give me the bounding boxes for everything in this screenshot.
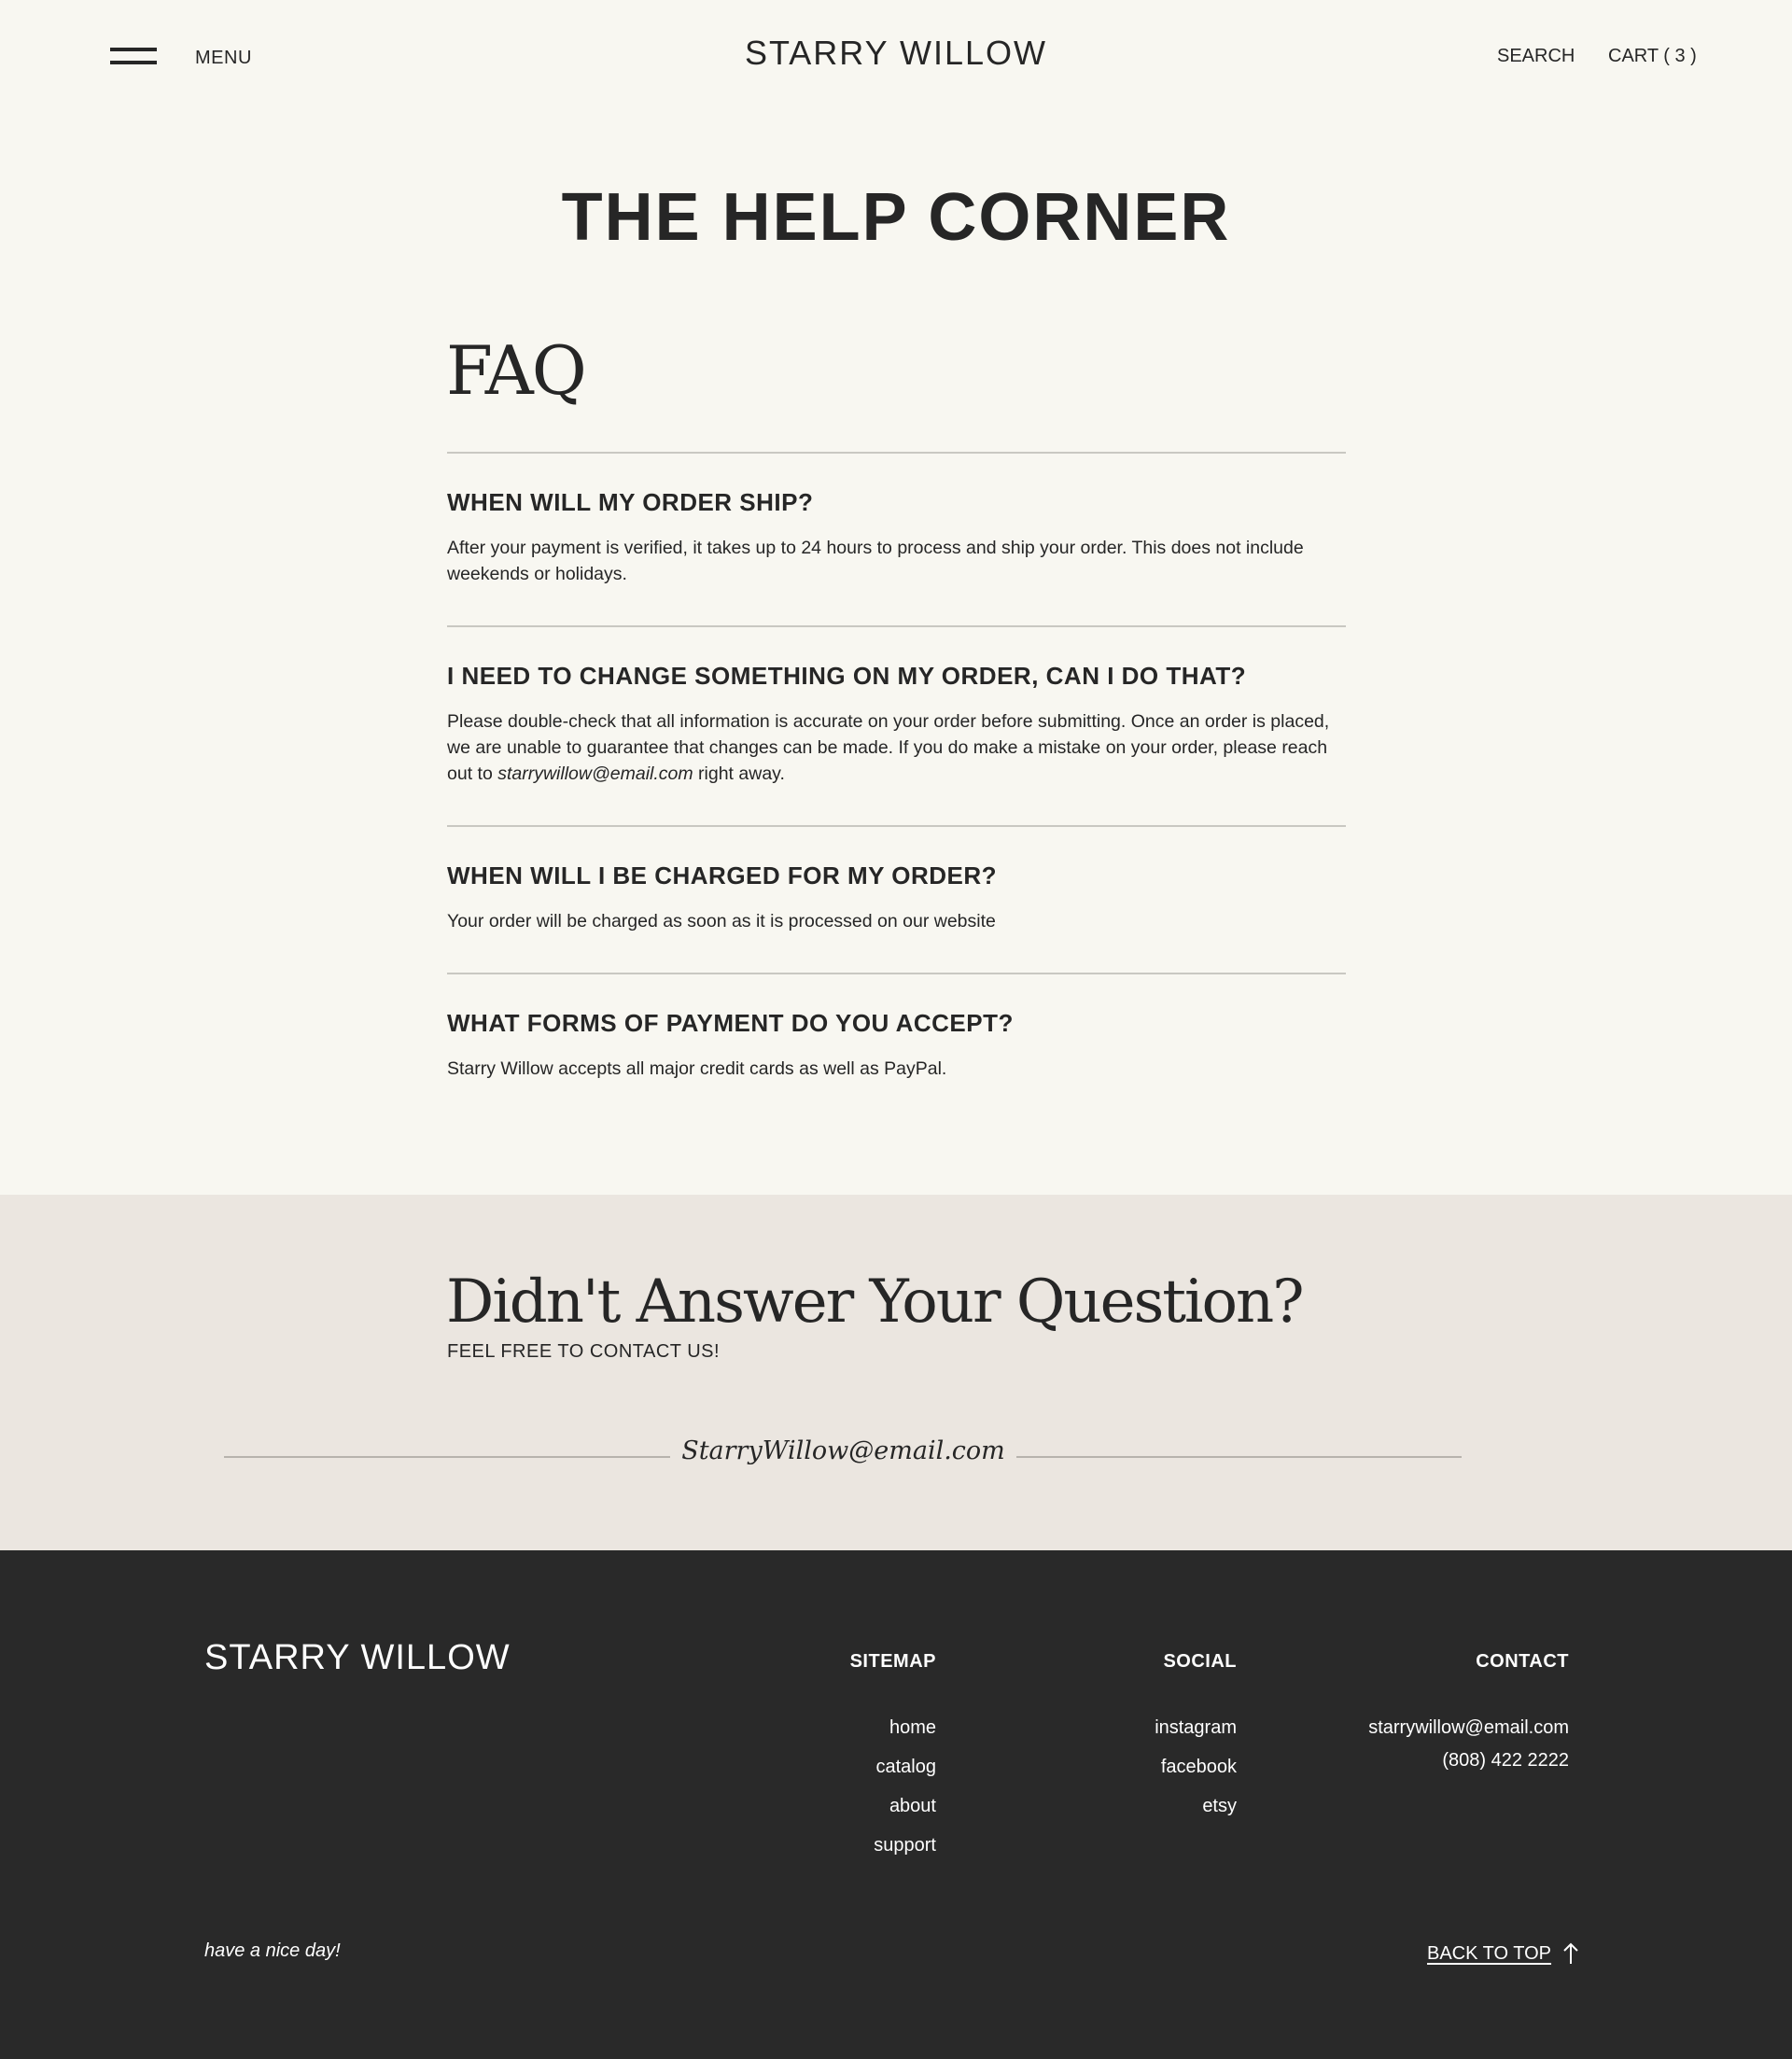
faq-heading: FAQ [446,331,587,410]
faq-answer-email[interactable]: starrywillow@email.com [497,763,693,784]
footer-contact-email[interactable]: starrywillow@email.com [1326,1712,1569,1744]
divider-right [1016,1456,1462,1458]
faq-list: WHEN WILL MY ORDER SHIP? After your paym… [447,452,1346,1113]
faq-question: WHEN WILL MY ORDER SHIP? [447,488,814,516]
faq-answer: Please double-check that all information… [447,708,1346,787]
cart-link[interactable]: CART ( 3 ) [1608,46,1697,67]
footer-link-home[interactable]: home [763,1708,936,1747]
divider-left [224,1456,670,1458]
brand-logo[interactable]: STARRY WILLOW [745,34,1047,72]
page-title: THE HELP CORNER [561,180,1231,255]
footer-link-support[interactable]: support [763,1826,936,1865]
footer-social: SOCIAL instagram facebook etsy [1069,1650,1237,1826]
site-footer: STARRY WILLOW SITEMAP home catalog about… [0,1550,1792,2059]
contact-band: Didn't Answer Your Question? FEEL FREE T… [0,1195,1792,1550]
faq-answer: After your payment is verified, it takes… [447,538,1304,584]
faq-item: WHEN WILL I BE CHARGED FOR MY ORDER? You… [447,825,1346,973]
faq-item: WHEN WILL MY ORDER SHIP? After your paym… [447,452,1346,625]
footer-tagline: have a nice day! [204,1940,341,1961]
faq-answer-text-end: right away. [693,763,785,784]
footer-contact: CONTACT starrywillow@email.com (808) 422… [1326,1650,1569,1777]
faq-item: I NEED TO CHANGE SOMETHING ON MY ORDER, … [447,625,1346,825]
sitemap-heading: SITEMAP [849,1651,936,1672]
footer-link-catalog[interactable]: catalog [763,1747,937,1786]
footer-contact-phone: (808) 422 2222 [1442,1750,1569,1771]
faq-answer: Starry Willow accepts all major credit c… [447,1058,947,1079]
faq-question: I NEED TO CHANGE SOMETHING ON MY ORDER, … [447,662,1247,690]
contact-title: Didn't Answer Your Question? [446,1268,1305,1337]
back-to-top-label: BACK TO TOP [1427,1942,1552,1964]
contact-subtitle: FEEL FREE TO CONTACT US! [447,1341,721,1362]
footer-link-facebook[interactable]: facebook [1069,1747,1237,1786]
hamburger-icon[interactable] [110,44,159,68]
menu-button[interactable]: MENU [195,48,252,69]
faq-question: WHEN WILL I BE CHARGED FOR MY ORDER? [447,861,998,889]
footer-link-about[interactable]: about [763,1786,936,1826]
contact-email-link[interactable]: StarryWillow@email.com [670,1436,1016,1465]
faq-question: WHAT FORMS OF PAYMENT DO YOU ACCEPT? [447,1009,1014,1037]
social-heading: SOCIAL [1163,1651,1237,1672]
footer-link-instagram[interactable]: instagram [1069,1708,1237,1747]
faq-answer: Your order will be charged as soon as it… [447,911,996,931]
site-header: MENU STARRY WILLOW SEARCH CART ( 3 ) [0,0,1792,112]
faq-item: WHAT FORMS OF PAYMENT DO YOU ACCEPT? Sta… [447,973,1346,1113]
footer-brand[interactable]: STARRY WILLOW [204,1638,511,1678]
footer-link-etsy[interactable]: etsy [1069,1786,1237,1826]
back-to-top-link[interactable]: BACK TO TOP [1427,1941,1579,1966]
contact-heading: CONTACT [1476,1651,1569,1672]
arrow-up-icon [1563,1942,1578,1964]
footer-sitemap: SITEMAP home catalog about support [763,1650,936,1865]
search-link[interactable]: SEARCH [1497,46,1575,67]
